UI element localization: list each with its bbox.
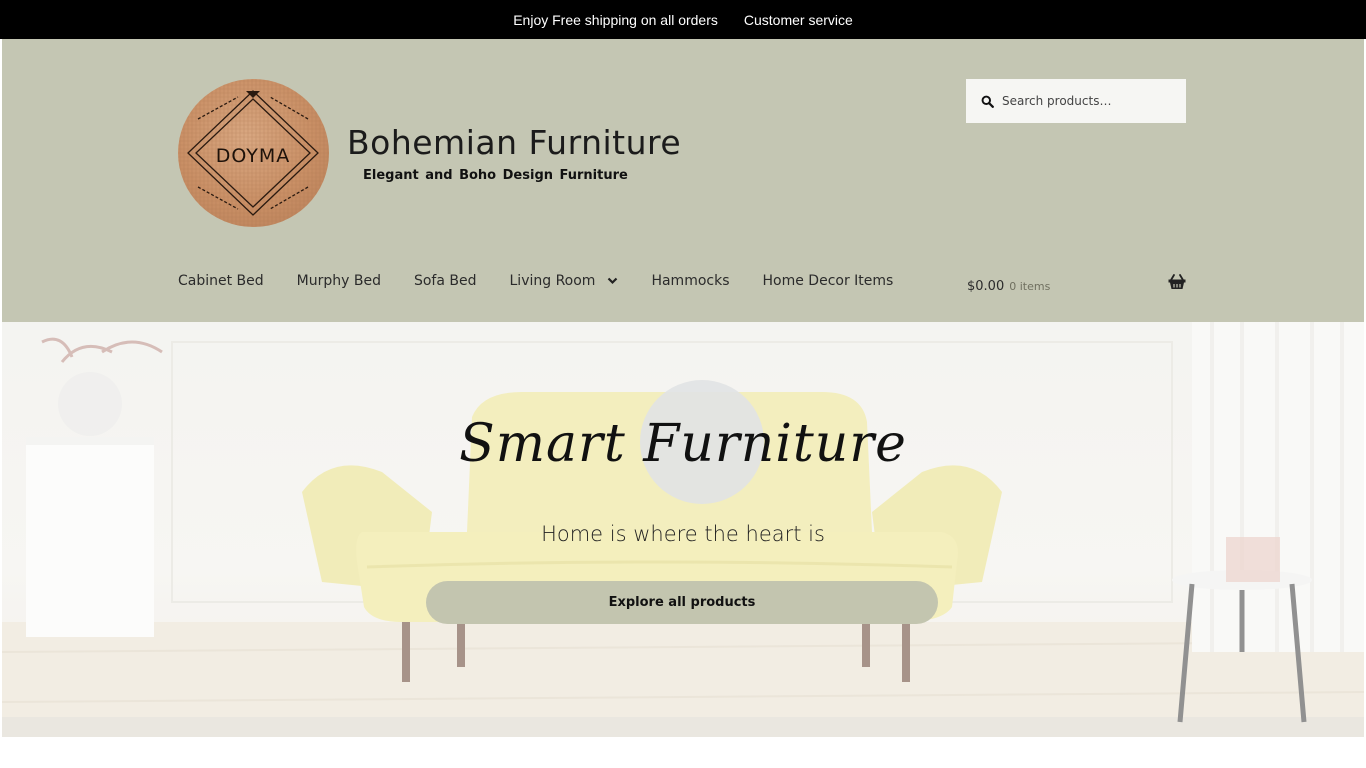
free-shipping-link[interactable]: Enjoy Free shipping on all orders [513,12,718,28]
hero-subtitle: Home is where the heart is [541,522,825,546]
nav-hammocks[interactable]: Hammocks [651,273,729,289]
nav-label: Living Room [509,273,596,289]
nav-label: Home Decor Items [762,273,894,289]
logo-emblem-icon: DOYMA [178,79,329,227]
customer-service-link[interactable]: Customer service [744,12,853,28]
nav-label: Sofa Bed [413,273,477,289]
nav-home-decor-items[interactable]: Home Decor Items [763,273,894,289]
explore-products-button[interactable]: Explore all products [426,581,938,624]
nav-label: Hammocks [651,273,730,289]
primary-nav: Cabinet Bed Murphy Bed Sofa Bed Living R… [178,273,926,289]
svg-text:DOYMA: DOYMA [216,145,291,167]
site-tagline: Elegant and Boho Design Furniture [363,168,628,183]
site-title[interactable]: Bohemian Furniture [347,123,681,162]
chevron-down-icon[interactable] [607,277,618,285]
hero-title: Smart Furniture [459,414,907,474]
search-input[interactable] [1002,94,1172,108]
nav-label: Cabinet Bed [178,273,264,289]
cart-amount: $0.00 [967,279,1005,294]
nav-living-room[interactable]: Living Room [510,273,619,289]
search-icon [981,95,994,108]
nav-sofa-bed[interactable]: Sofa Bed [414,273,477,289]
nav-label: Murphy Bed [296,273,381,289]
cart-summary[interactable]: $0.00 0 items [967,275,1050,294]
nav-cabinet-bed[interactable]: Cabinet Bed [178,273,264,289]
hero-banner: Smart Furniture Home is where the heart … [2,322,1364,737]
basket-icon[interactable] [1168,274,1186,290]
top-bar: Enjoy Free shipping on all orders Custom… [0,0,1366,39]
nav-murphy-bed[interactable]: Murphy Bed [297,273,381,289]
site-header: DOYMA Bohemian Furniture Elegant and Boh… [2,39,1364,322]
site-logo[interactable]: DOYMA [178,79,329,227]
search-box[interactable] [966,79,1186,123]
cart-count: 0 items [1009,280,1051,293]
